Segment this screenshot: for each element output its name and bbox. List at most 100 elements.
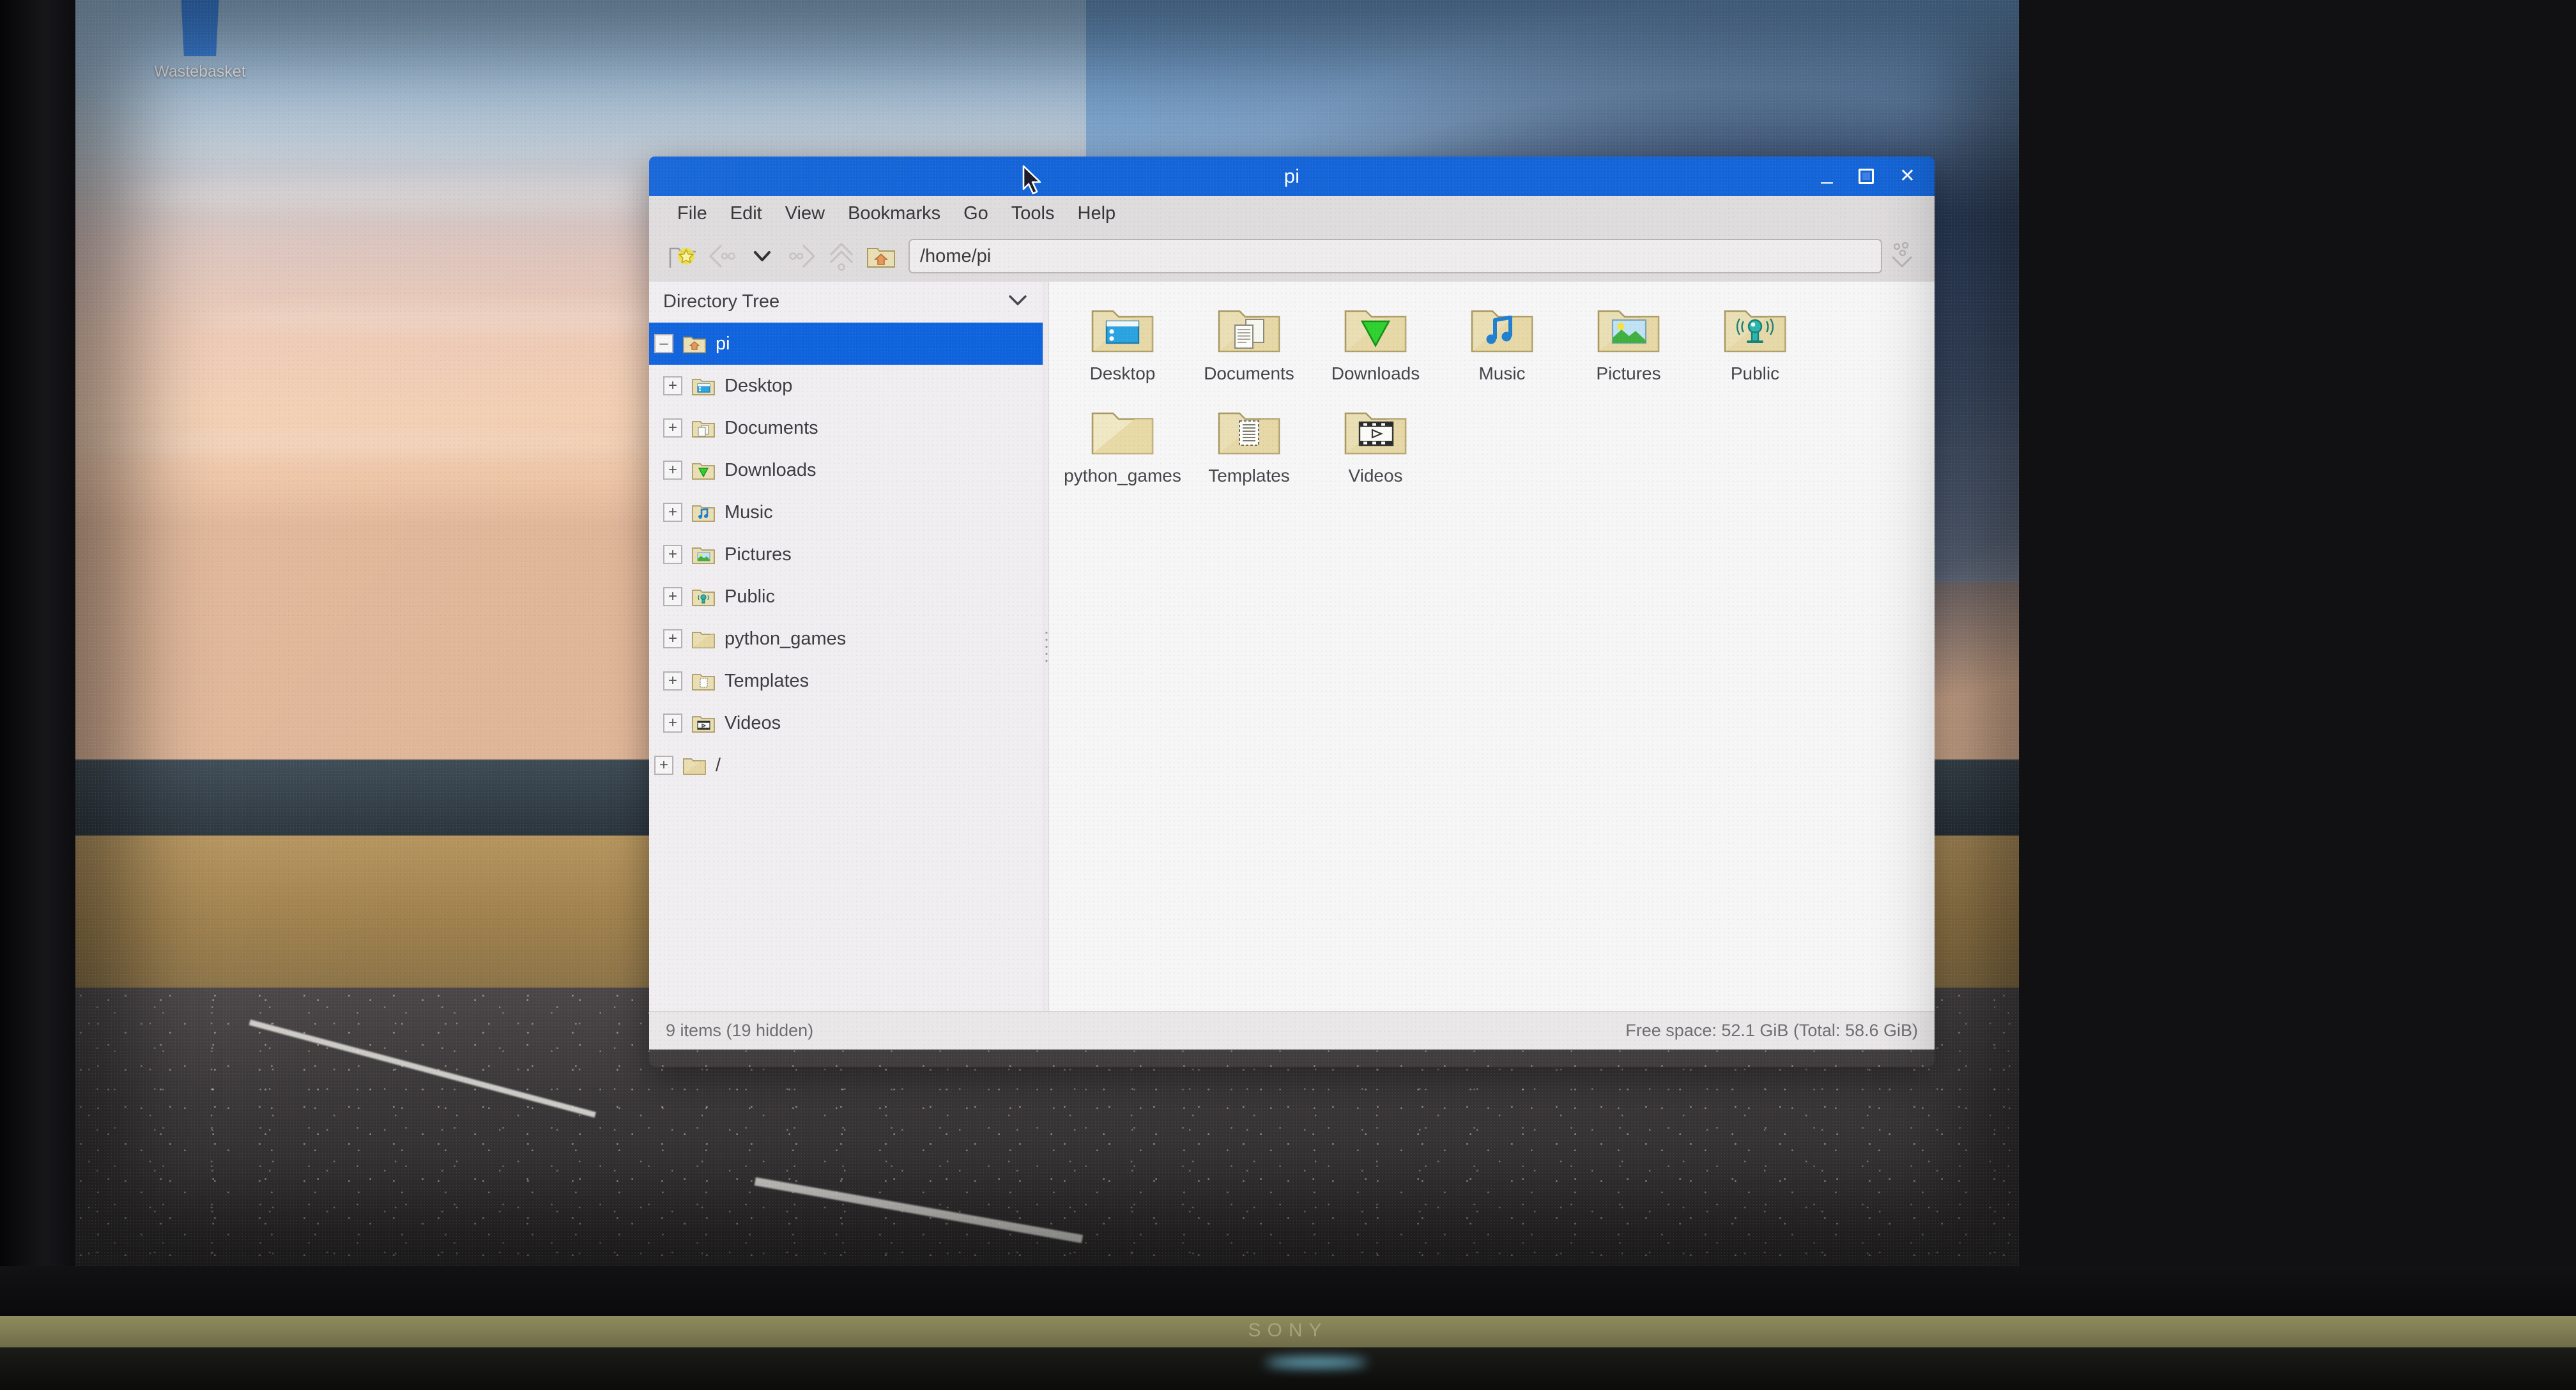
templates-folder-icon: [1215, 404, 1283, 458]
templates-folder-icon: [691, 671, 716, 691]
tree-expander[interactable]: +: [663, 587, 682, 606]
file-item-label: Public: [1730, 363, 1780, 383]
menu-item-tools[interactable]: Tools: [1000, 201, 1066, 227]
tree-item-templates[interactable]: + Templates: [649, 660, 1043, 702]
tree-item-downloads[interactable]: + Downloads: [649, 449, 1043, 491]
tree-item-label: python_games: [724, 628, 847, 649]
tree-item-pi[interactable]: – pi: [649, 323, 1043, 365]
pictures-folder-icon: [691, 544, 716, 565]
window-title: pi: [1284, 165, 1300, 187]
tree-item-label: Videos: [724, 712, 781, 733]
tree-item-label: Public: [724, 586, 775, 607]
menu-item-help[interactable]: Help: [1066, 201, 1128, 227]
home-folder-icon: [682, 333, 707, 354]
minimize-button[interactable]: –: [1821, 171, 1833, 192]
menu-bar: File Edit View Bookmarks Go Tools Help: [649, 196, 1935, 231]
tree-item-root[interactable]: + /: [649, 744, 1043, 786]
file-item-label: Templates: [1208, 466, 1290, 485]
arrow-left-icon[interactable]: [703, 236, 742, 276]
tree-item-music[interactable]: + Music: [649, 491, 1043, 533]
monitor-bottom-bezel: SONY: [0, 1316, 2576, 1390]
sidebar-directory-tree: Directory Tree – pi + Desktop + Document…: [649, 282, 1043, 1011]
menu-item-file[interactable]: File: [666, 201, 719, 227]
file-item-templates[interactable]: Templates: [1186, 401, 1312, 503]
directory-tree-title: Directory Tree: [663, 291, 780, 312]
file-item-music[interactable]: Music: [1439, 298, 1565, 401]
tree-item-label: Music: [724, 501, 773, 523]
toolbar: /home/pi: [649, 231, 1935, 282]
file-item-desktop[interactable]: Desktop: [1059, 298, 1186, 401]
arrow-right-icon[interactable]: [782, 236, 822, 276]
file-item-videos[interactable]: Videos: [1312, 401, 1439, 503]
file-item-label: Videos: [1348, 466, 1403, 485]
menu-item-view[interactable]: View: [774, 201, 836, 227]
tree-item-documents[interactable]: + Documents: [649, 407, 1043, 449]
window-controls: – ✕: [1821, 157, 1915, 196]
tree-expander[interactable]: +: [663, 503, 682, 522]
file-item-label: Documents: [1204, 363, 1294, 383]
wastebasket-icon: [181, 0, 219, 56]
menu-item-go[interactable]: Go: [952, 201, 1000, 227]
menu-item-bookmarks[interactable]: Bookmarks: [836, 201, 952, 227]
star-folder-icon[interactable]: [663, 236, 703, 276]
menu-item-edit[interactable]: Edit: [719, 201, 774, 227]
monitor-brand-label: SONY: [1248, 1320, 1328, 1341]
directory-tree-header[interactable]: Directory Tree: [649, 282, 1043, 321]
desktop-folder-icon: [1089, 302, 1156, 356]
pictures-folder-icon: [1595, 302, 1662, 356]
chevron-down-icon[interactable]: [742, 236, 782, 276]
path-value: /home/pi: [920, 245, 992, 266]
desktop-icon-wastebasket[interactable]: Wastebasket: [146, 0, 254, 81]
documents-folder-icon: [691, 418, 716, 438]
file-item-label: Music: [1478, 363, 1526, 383]
file-item-label: Desktop: [1089, 363, 1156, 383]
tree-item-label: /: [716, 754, 721, 775]
tree-item-public[interactable]: + Public: [649, 576, 1043, 618]
tree-expander[interactable]: +: [663, 376, 682, 395]
tree-expander[interactable]: +: [663, 671, 682, 691]
file-item-downloads[interactable]: Downloads: [1312, 298, 1439, 401]
tree-expander[interactable]: +: [663, 418, 682, 438]
tree-expander[interactable]: +: [663, 629, 682, 648]
documents-folder-icon: [1215, 302, 1283, 356]
status-bar: 9 items (19 hidden) Free space: 52.1 GiB…: [649, 1011, 1935, 1050]
tree-expander[interactable]: +: [663, 714, 682, 733]
chevron-down-icon[interactable]: [1007, 293, 1029, 311]
file-item-label: python_games: [1064, 466, 1181, 485]
directory-tree: – pi + Desktop + Documents + Downloads +…: [649, 321, 1043, 786]
window-titlebar[interactable]: pi – ✕: [649, 157, 1935, 196]
file-manager-window[interactable]: pi – ✕ File Edit View Bookmarks Go Tools…: [649, 157, 1935, 1067]
arrow-up-icon[interactable]: [822, 236, 861, 276]
tree-expander[interactable]: +: [654, 756, 673, 775]
splitter-grip-icon: [1045, 629, 1048, 664]
file-item-documents[interactable]: Documents: [1186, 298, 1312, 401]
maximize-button[interactable]: [1858, 169, 1874, 184]
sidebar-splitter[interactable]: [1043, 282, 1049, 1011]
file-item-pictures[interactable]: Pictures: [1565, 298, 1692, 401]
file-item-python-games[interactable]: python_games: [1059, 401, 1186, 503]
tree-expander[interactable]: –: [654, 334, 673, 353]
downloads-folder-icon: [1342, 302, 1409, 356]
file-item-public[interactable]: Public: [1692, 298, 1818, 401]
window-body: Directory Tree – pi + Desktop + Document…: [649, 282, 1935, 1011]
music-folder-icon: [691, 502, 716, 523]
tree-expander[interactable]: +: [663, 545, 682, 564]
tree-item-label: pi: [716, 333, 730, 354]
dots-chevron-icon[interactable]: [1882, 236, 1922, 276]
plain-folder-icon: [682, 755, 707, 775]
tree-item-python-games[interactable]: + python_games: [649, 618, 1043, 660]
wallpaper-cloud-streak: [75, 430, 659, 456]
tree-expander[interactable]: +: [663, 461, 682, 480]
tree-item-videos[interactable]: + Videos: [649, 702, 1043, 744]
public-folder-icon: [1721, 302, 1789, 356]
tree-item-pictures[interactable]: + Pictures: [649, 533, 1043, 576]
path-input[interactable]: /home/pi: [908, 239, 1882, 273]
file-list-pane[interactable]: Desktop Documents Downloads Music Pictur…: [1049, 282, 1935, 1011]
tree-item-desktop[interactable]: + Desktop: [649, 365, 1043, 407]
close-button[interactable]: ✕: [1899, 167, 1915, 186]
videos-folder-icon: [1342, 404, 1409, 458]
desktop-folder-icon: [691, 376, 716, 396]
home-folder-icon[interactable]: [861, 236, 901, 276]
file-item-label: Pictures: [1596, 363, 1661, 383]
tree-item-label: Documents: [724, 417, 818, 438]
